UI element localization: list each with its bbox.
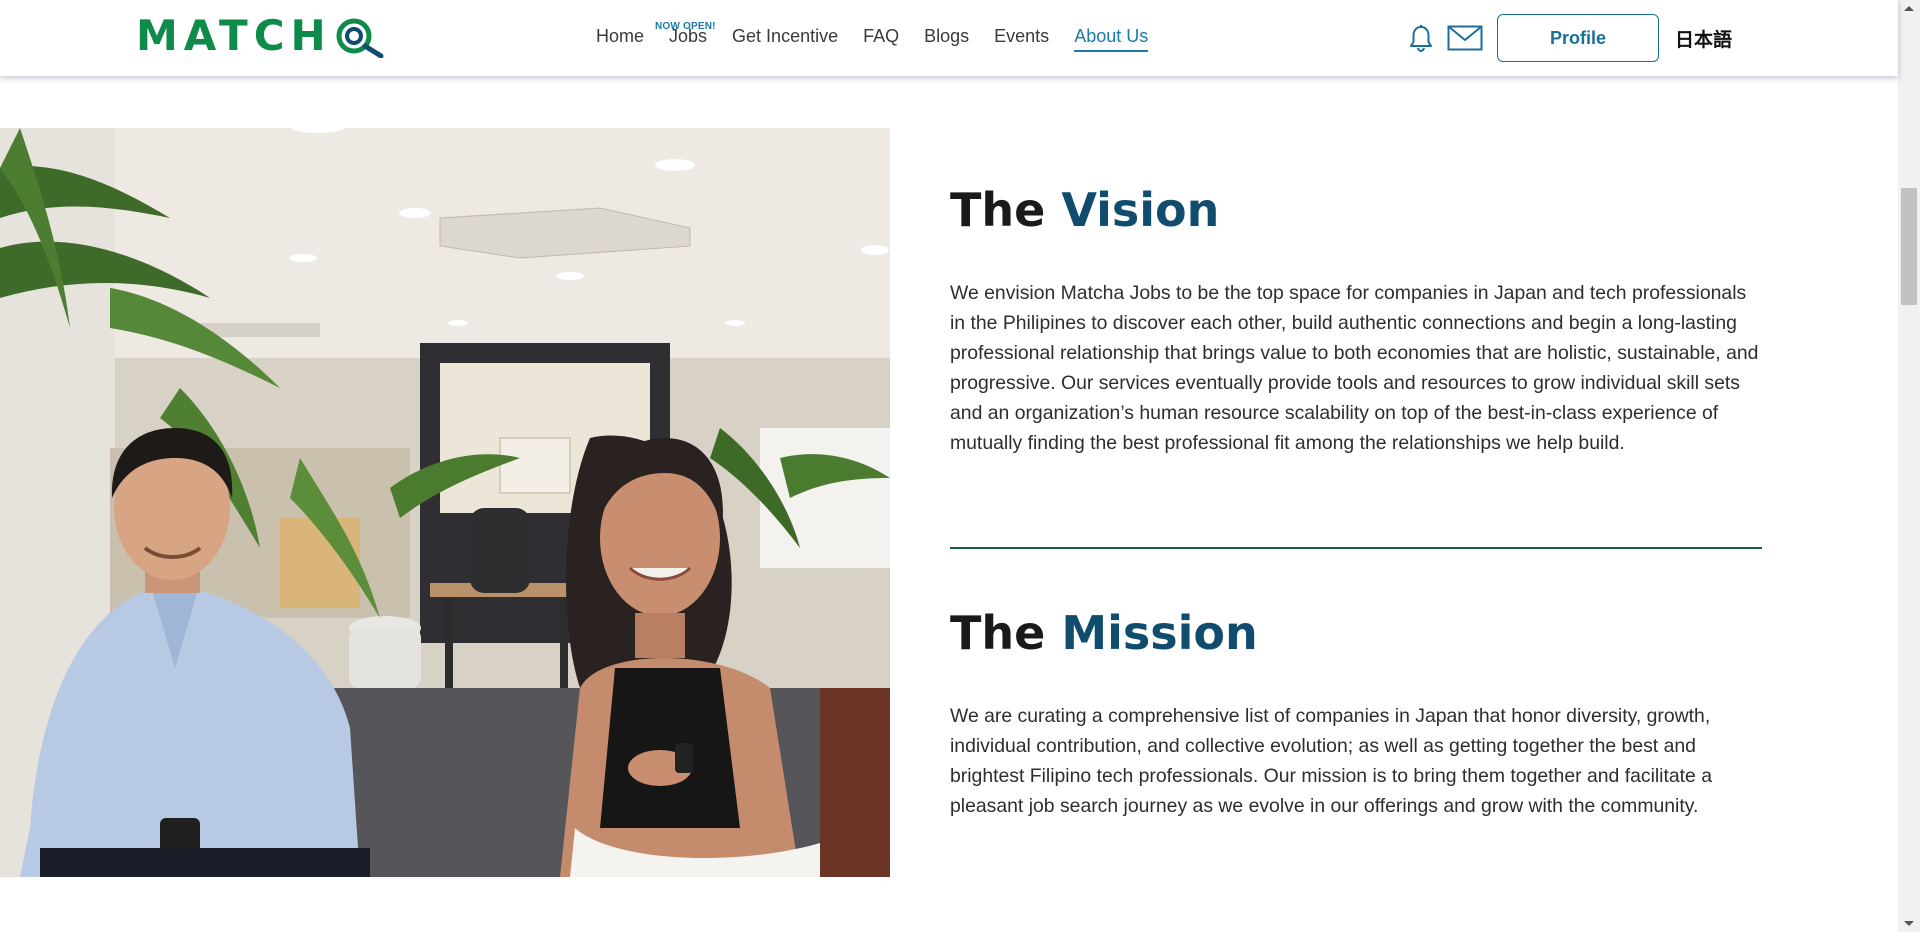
vision-title: The Vision — [950, 182, 1219, 238]
nav-blogs-label: Blogs — [924, 26, 970, 46]
team-photo — [0, 128, 890, 877]
nav-events-label: Events — [994, 26, 1050, 46]
vision-paragraph: We envision Matcha Jobs to be the top sp… — [950, 282, 1759, 454]
nav-get-incentive[interactable]: Get Incentive — [732, 24, 838, 52]
nav-events[interactable]: Events — [994, 24, 1049, 52]
matcha-logo[interactable]: MATCH — [136, 14, 386, 58]
scroll-up-arrow-icon[interactable] — [1904, 6, 1914, 11]
section-divider — [950, 547, 1762, 549]
mail-icon[interactable] — [1447, 25, 1483, 51]
nav-get-incentive-label: Get Incentive — [732, 26, 839, 46]
nav-blogs[interactable]: Blogs — [924, 24, 969, 52]
mission-title-prefix: The — [950, 606, 1046, 660]
nav-faq[interactable]: FAQ — [863, 24, 899, 52]
mission-paragraph: We are curating a comprehensive list of … — [950, 705, 1713, 817]
mission-title: The Mission — [950, 605, 1258, 661]
logo-text: MATCH — [136, 11, 332, 60]
nav-home-label: Home — [596, 26, 645, 46]
profile-button[interactable]: Profile — [1497, 14, 1659, 62]
main-nav: Home NOW OPEN! Jobs Get Incentive FAQ Bl… — [596, 21, 1173, 52]
vision-title-prefix: The — [950, 183, 1046, 237]
nav-home[interactable]: Home — [596, 24, 644, 52]
page-scrollbar[interactable] — [1898, 0, 1920, 932]
magnifier-logo-icon — [336, 18, 384, 58]
mission-title-accent: Mission — [1061, 606, 1258, 660]
nav-about-us-label: About Us — [1074, 26, 1149, 46]
nav-faq-label: FAQ — [863, 26, 900, 46]
office-team-illustration — [0, 128, 890, 877]
scroll-thumb[interactable] — [1901, 188, 1917, 305]
nav-about-us[interactable]: About Us — [1074, 24, 1149, 52]
vision-title-accent: Vision — [1061, 183, 1220, 237]
site-header: MATCH Home NOW OPEN! Jobs Get Incentive … — [0, 0, 1898, 76]
scroll-down-arrow-icon[interactable] — [1904, 921, 1914, 926]
now-open-badge: NOW OPEN! — [655, 21, 716, 32]
nav-jobs[interactable]: NOW OPEN! Jobs — [655, 21, 715, 52]
language-switch-japanese[interactable]: 日本語 — [1675, 25, 1732, 52]
bell-icon[interactable] — [1408, 24, 1434, 52]
